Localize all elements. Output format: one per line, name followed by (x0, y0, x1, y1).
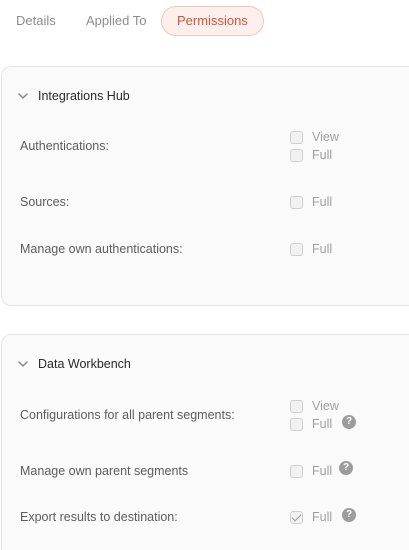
checkbox[interactable] (290, 148, 303, 162)
checkbox[interactable] (290, 417, 303, 431)
option-label: Full (312, 242, 333, 256)
section-title: Data Workbench (38, 357, 131, 371)
option-label: View (312, 130, 339, 144)
permission-label-manage-own-authentications: Manage own authentications: (20, 242, 183, 256)
permission-option[interactable]: Full (290, 242, 332, 256)
permission-option[interactable]: View (290, 130, 339, 144)
option-label: Full (312, 195, 333, 209)
permission-option[interactable]: Full (290, 417, 332, 431)
help-icon[interactable]: ? (342, 415, 356, 429)
section-data-workbench: Data Workbench Configurations for all pa… (1, 334, 409, 550)
permission-label-configurations-parent-segments: Configurations for all parent segments: (20, 408, 235, 422)
permission-option[interactable]: Full (290, 195, 332, 209)
tab-details[interactable]: Details (16, 6, 56, 36)
option-label: View (312, 399, 339, 413)
chevron-down-icon (18, 93, 28, 99)
permission-option[interactable]: Full (290, 510, 332, 524)
option-label: Full (312, 417, 333, 431)
checkbox[interactable] (290, 195, 303, 209)
section-header[interactable]: Integrations Hub (2, 67, 409, 129)
option-label: Full (312, 148, 333, 162)
tab-applied-to[interactable]: Applied To (86, 6, 146, 36)
permission-option[interactable]: Full (290, 464, 332, 478)
chevron-down-icon (18, 361, 28, 367)
tab-bar: Details Applied To Permissions (0, 6, 409, 36)
permission-option[interactable]: View (290, 399, 339, 413)
checkbox[interactable] (290, 399, 303, 413)
checkbox[interactable] (290, 242, 303, 256)
checkbox-checked[interactable] (290, 510, 303, 524)
checkbox[interactable] (290, 130, 303, 144)
permission-label-manage-own-parent-segments: Manage own parent segments (20, 464, 189, 478)
tab-permissions[interactable]: Permissions (161, 6, 264, 36)
option-label: Full (312, 510, 333, 524)
option-label: Full (312, 464, 333, 478)
permission-option[interactable]: Full (290, 148, 332, 162)
checkbox[interactable] (290, 464, 303, 478)
permissions-page: Details Applied To Permissions Integrati… (0, 0, 409, 550)
section-integrations-hub: Integrations Hub Authentications: View F… (1, 66, 409, 306)
help-icon[interactable]: ? (342, 508, 356, 522)
permission-label-sources: Sources: (20, 195, 70, 209)
section-title: Integrations Hub (38, 89, 130, 103)
help-icon[interactable]: ? (339, 461, 353, 475)
section-header[interactable]: Data Workbench (2, 335, 409, 397)
permission-label-export-results: Export results to destination: (20, 510, 178, 524)
permission-label-authentications: Authentications: (20, 139, 109, 153)
